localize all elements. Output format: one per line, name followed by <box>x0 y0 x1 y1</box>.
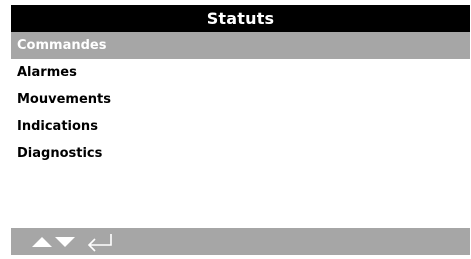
enter-button[interactable] <box>83 228 115 255</box>
page-title: Statuts <box>206 9 275 28</box>
down-arrow-button[interactable] <box>54 228 76 255</box>
menu-item-indications[interactable]: Indications <box>11 113 470 140</box>
down-arrow-icon <box>55 236 75 247</box>
status-screen: Statuts Commandes Alarmes Mouvements Ind… <box>0 0 471 259</box>
menu-item-label: Indications <box>17 119 98 134</box>
menu-item-label: Alarmes <box>17 65 77 80</box>
menu-item-diagnostics[interactable]: Diagnostics <box>11 140 470 167</box>
up-arrow-button[interactable] <box>31 228 53 255</box>
menu-item-label: Mouvements <box>17 92 111 107</box>
status-menu: Commandes Alarmes Mouvements Indications… <box>11 32 470 167</box>
softkey-bar <box>11 228 470 255</box>
menu-item-commandes[interactable]: Commandes <box>11 32 470 59</box>
menu-item-label: Commandes <box>17 38 107 53</box>
enter-return-icon <box>87 233 112 252</box>
up-arrow-icon <box>32 236 52 247</box>
menu-item-alarmes[interactable]: Alarmes <box>11 59 470 86</box>
menu-item-mouvements[interactable]: Mouvements <box>11 86 470 113</box>
title-bar: Statuts <box>11 5 470 32</box>
menu-item-label: Diagnostics <box>17 146 103 161</box>
